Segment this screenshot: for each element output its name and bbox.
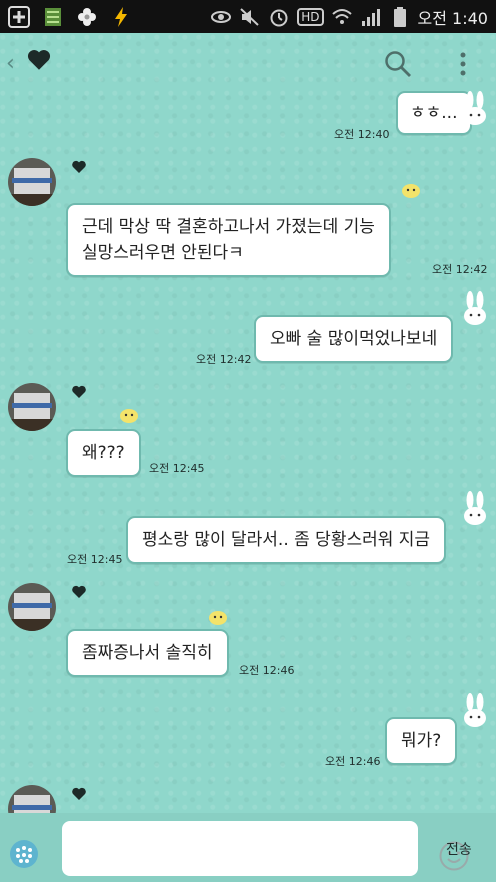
message-text: 왜??? xyxy=(82,443,125,463)
alarm-icon xyxy=(270,9,288,27)
composer-bar: 전송 xyxy=(0,813,496,882)
more-vertical-icon[interactable] xyxy=(458,51,468,77)
status-bar-right: HD 오전 1:40 xyxy=(210,5,488,29)
message-text: 실망스러우면 안된다ㅋ xyxy=(82,243,244,263)
heart-icon xyxy=(72,585,86,598)
avatar[interactable] xyxy=(8,583,56,631)
heart-icon xyxy=(72,787,86,800)
chick-sticker xyxy=(402,184,420,198)
chat-header: ‹ xyxy=(0,33,496,95)
message-time: 오전 12:45 xyxy=(149,462,205,475)
grid-app-icon xyxy=(45,8,61,26)
battery-icon xyxy=(393,7,406,27)
message-text: 좀짜증나서 솔직히 xyxy=(82,643,213,663)
message-bubble-incoming[interactable]: 왜??? xyxy=(66,429,141,477)
bunny-sticker xyxy=(464,693,486,727)
message-bubble-outgoing[interactable]: 뭐가? xyxy=(385,717,458,765)
plus-icon xyxy=(8,6,30,28)
message-bubble-outgoing[interactable]: 평소랑 많이 달라서.. 좀 당황스러워 지금 xyxy=(126,516,447,564)
message-bubble-outgoing[interactable]: 오빠 술 많이먹었나보네 xyxy=(254,315,454,363)
chick-sticker xyxy=(209,611,227,625)
send-button[interactable]: 전송 xyxy=(446,839,472,859)
bunny-sticker xyxy=(464,291,486,325)
message-bubble-incoming[interactable]: 좀짜증나서 솔직히 xyxy=(66,629,229,677)
message-text: ㅎㅎ... xyxy=(410,103,458,123)
status-bar: HD 오전 1:40 xyxy=(0,0,496,33)
signal-icon xyxy=(361,9,380,26)
heart-icon xyxy=(72,160,86,173)
flower-icon xyxy=(78,8,96,26)
message-time: 오전 12:40 xyxy=(334,128,390,141)
eye-icon xyxy=(211,11,232,23)
back-button[interactable]: ‹ xyxy=(6,51,15,76)
message-text: 뭐가? xyxy=(401,731,442,751)
message-time: 오전 12:46 xyxy=(325,755,381,768)
message-time: 오전 12:45 xyxy=(67,553,123,566)
message-text: 평소랑 많이 달라서.. 좀 당황스러워 지금 xyxy=(142,530,431,550)
avatar[interactable] xyxy=(8,785,56,813)
chat-area[interactable]: ‹ ㅎㅎ... 오전 12:40 근데 막상 딱 결혼하고나서 가졌는데 기능 … xyxy=(0,33,496,813)
message-time: 오전 12:46 xyxy=(239,664,295,677)
message-time: 오전 12:42 xyxy=(196,353,252,366)
search-icon[interactable] xyxy=(383,49,413,79)
heart-icon xyxy=(27,50,51,70)
avatar[interactable] xyxy=(8,383,56,431)
status-time: 오전 1:40 xyxy=(417,9,488,28)
heart-icon xyxy=(72,385,86,398)
message-time: 오전 12:42 xyxy=(432,263,488,276)
message-bubble-incoming[interactable]: 근데 막상 딱 결혼하고나서 가졌는데 기능 실망스러우면 안된다ㅋ xyxy=(66,203,391,277)
mute-icon xyxy=(240,8,259,26)
message-text: 오빠 술 많이먹었나보네 xyxy=(270,329,438,349)
attach-dots-icon[interactable] xyxy=(8,838,40,870)
bunny-sticker xyxy=(464,91,486,125)
message-input[interactable] xyxy=(62,821,469,876)
wifi-icon xyxy=(331,9,352,24)
bolt-icon xyxy=(115,7,127,27)
message-text: 근데 막상 딱 결혼하고나서 가졌는데 기능 xyxy=(82,217,375,237)
bunny-sticker xyxy=(464,491,486,525)
hd-icon: HD xyxy=(297,8,324,26)
status-bar-left xyxy=(8,6,132,28)
avatar[interactable] xyxy=(8,158,56,206)
chick-sticker xyxy=(120,409,138,423)
